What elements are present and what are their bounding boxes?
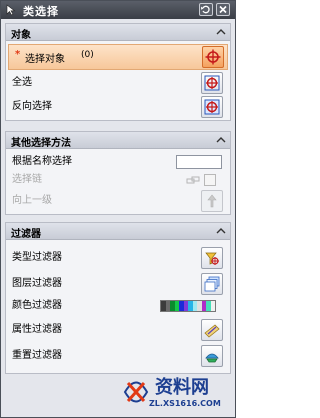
select-objects-button[interactable] xyxy=(202,46,224,68)
filters-section: 过滤器 类型过滤器 图层过滤器 颜色过滤器 属性过滤器 重置过滤器 xyxy=(5,222,231,374)
up-one-level-label: 向上一级 xyxy=(12,195,52,206)
dialog-title: 类选择 xyxy=(23,5,59,18)
other-methods-section: 其他选择方法 根据名称选择 选择链 向上一级 xyxy=(5,131,231,215)
type-filter-label: 类型过滤器 xyxy=(12,252,62,263)
other-methods-section-header[interactable]: 其他选择方法 xyxy=(6,132,230,149)
reset-filter-button[interactable] xyxy=(201,345,223,367)
color-swatch xyxy=(210,301,215,311)
chain-icon xyxy=(186,176,200,184)
select-by-name-input[interactable] xyxy=(176,155,222,169)
attribute-filter-label: 属性过滤器 xyxy=(12,324,62,335)
collapse-icon[interactable] xyxy=(216,136,226,144)
select-all-icon xyxy=(204,75,220,91)
select-by-name-label: 根据名称选择 xyxy=(12,156,72,167)
select-objects-row[interactable]: * 选择对象 (0) xyxy=(8,44,228,70)
collapse-icon[interactable] xyxy=(216,28,226,36)
crosshair-icon xyxy=(205,49,221,65)
required-marker: * xyxy=(15,49,21,60)
up-one-level-button[interactable] xyxy=(201,190,223,212)
select-chain-checkbox[interactable] xyxy=(204,174,216,186)
select-all-button[interactable] xyxy=(201,72,223,94)
objects-section-header[interactable]: 对象 xyxy=(6,24,230,41)
layer-filter-label: 图层过滤器 xyxy=(12,278,62,289)
invert-selection-icon xyxy=(204,99,220,115)
type-filter-button[interactable] xyxy=(201,247,223,269)
collapse-icon[interactable] xyxy=(216,227,226,235)
selected-count: (0) xyxy=(81,50,94,60)
site-watermark: 资料网 ZL.XS1616.COM xyxy=(119,373,235,417)
select-all-label: 全选 xyxy=(12,77,32,88)
type-filter-icon xyxy=(205,252,219,265)
objects-section-title: 对象 xyxy=(11,30,31,41)
layer-filter-icon xyxy=(204,276,220,292)
reset-filter-icon xyxy=(205,353,219,363)
close-button[interactable] xyxy=(216,3,230,16)
color-filter-swatch[interactable] xyxy=(160,300,216,312)
filters-section-title: 过滤器 xyxy=(11,229,41,240)
attribute-filter-button[interactable] xyxy=(201,319,223,341)
select-objects-label: 选择对象 xyxy=(25,54,65,65)
color-filter-label: 颜色过滤器 xyxy=(12,300,62,311)
reset-icon xyxy=(201,5,210,14)
objects-section: 对象 * 选择对象 (0) 全选 反向选择 xyxy=(5,23,231,121)
attribute-filter-icon xyxy=(204,324,220,338)
reset-filter-label: 重置过滤器 xyxy=(12,350,62,361)
reset-dialog-button[interactable] xyxy=(199,3,213,16)
watermark-logo-icon xyxy=(123,381,149,403)
title-bar[interactable]: 类选择 xyxy=(1,1,235,19)
selection-icon xyxy=(6,4,16,16)
select-chain-label: 选择链 xyxy=(12,174,42,185)
close-icon xyxy=(219,5,227,14)
class-selection-dialog: 类选择 对象 * 选择对象 (0) 全选 反向选择 其他选择方法 根据名称选择 … xyxy=(0,0,236,418)
watermark-title: 资料网 xyxy=(155,377,209,398)
layer-filter-button[interactable] xyxy=(201,273,223,295)
up-one-level-icon xyxy=(207,194,217,208)
other-methods-section-title: 其他选择方法 xyxy=(11,138,71,149)
invert-selection-label: 反向选择 xyxy=(12,101,52,112)
filters-section-header[interactable]: 过滤器 xyxy=(6,223,230,240)
watermark-url: ZL.XS1616.COM xyxy=(149,399,221,408)
invert-selection-button[interactable] xyxy=(201,96,223,118)
